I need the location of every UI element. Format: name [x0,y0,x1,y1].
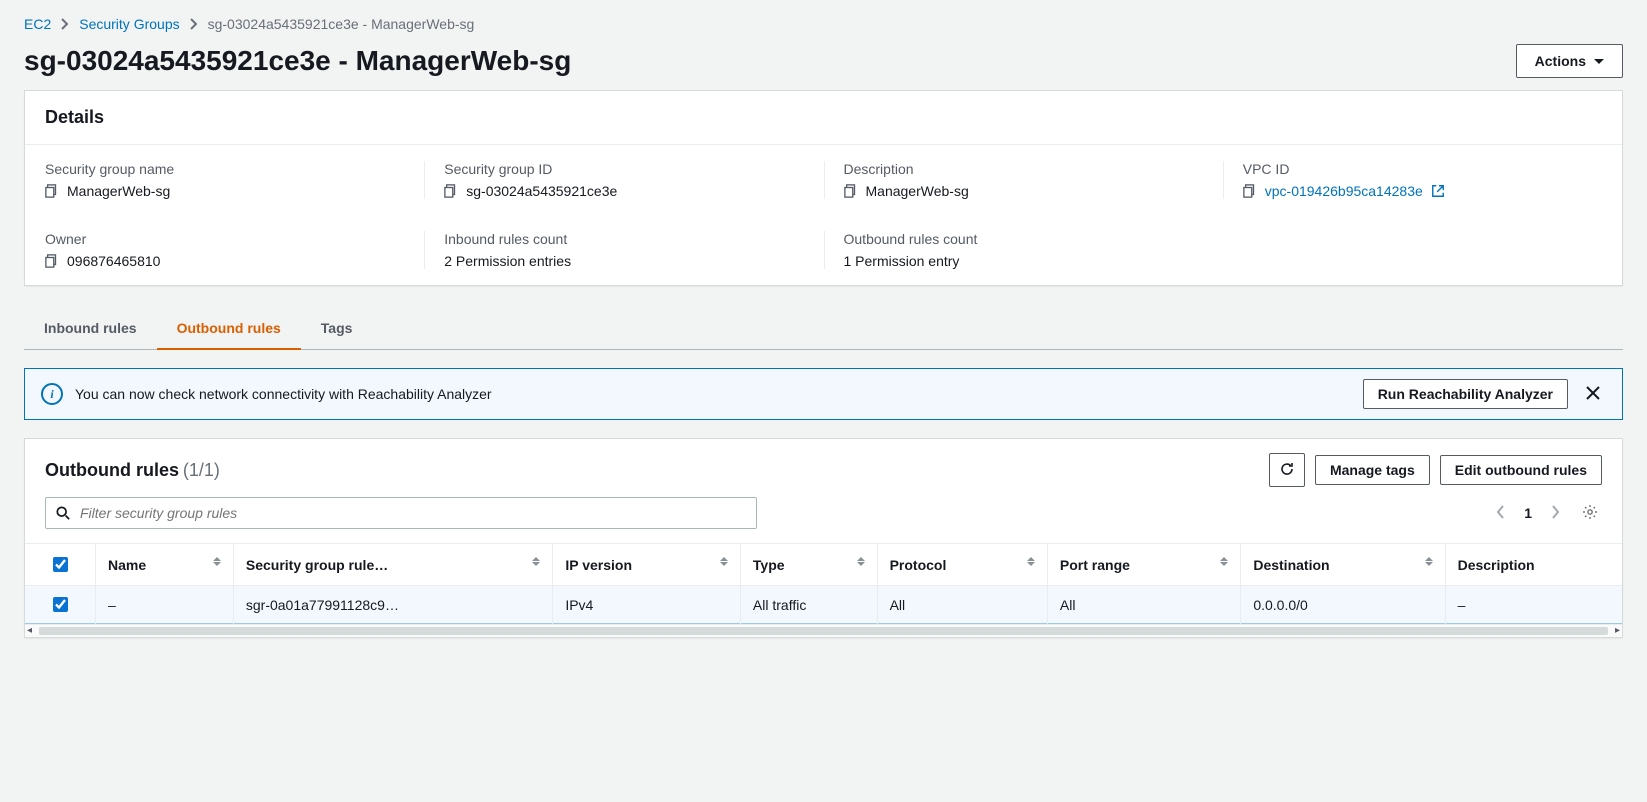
caret-down-icon [1594,59,1604,64]
actions-label: Actions [1535,51,1586,71]
rules-count: (1/1) [183,460,220,480]
manage-tags-button[interactable]: Manage tags [1315,455,1430,485]
col-protocol[interactable]: Protocol [877,544,1047,586]
table-row[interactable]: – sgr-0a01a77991128c9… IPv4 All traffic … [25,586,1622,624]
run-reachability-button[interactable]: Run Reachability Analyzer [1363,379,1568,409]
cell-ip-version: IPv4 [553,586,741,624]
cell-type: All traffic [740,586,877,624]
chevron-right-icon [190,18,198,30]
rules-title: Outbound rules [45,460,179,480]
label-owner: Owner [45,231,404,247]
label-vpc-id: VPC ID [1243,161,1602,177]
breadcrumb: EC2 Security Groups sg-03024a5435921ce3e… [24,8,1623,36]
row-checkbox[interactable] [53,597,68,612]
vpc-link[interactable]: vpc-019426b95ca14283e [1265,183,1423,199]
details-panel: Details Security group name ManagerWeb-s… [24,90,1623,286]
copy-icon[interactable] [1243,184,1257,198]
horizontal-scrollbar[interactable] [25,624,1622,637]
cell-name: – [96,586,234,624]
page-title: sg-03024a5435921ce3e - ManagerWeb-sg [24,45,571,77]
col-type[interactable]: Type [740,544,877,586]
refresh-icon [1279,461,1295,480]
prev-page-button[interactable] [1492,501,1510,526]
settings-button[interactable] [1578,500,1602,527]
crumb-security-groups[interactable]: Security Groups [79,16,179,32]
col-name[interactable]: Name [96,544,234,586]
crumb-ec2[interactable]: EC2 [24,16,51,32]
value-sg-id: sg-03024a5435921ce3e [466,183,617,199]
copy-icon[interactable] [45,184,59,198]
label-sg-id: Security group ID [444,161,803,177]
next-page-button[interactable] [1546,501,1564,526]
value-description: ManagerWeb-sg [866,183,969,199]
select-all-checkbox[interactable] [53,557,68,572]
actions-button[interactable]: Actions [1516,44,1623,78]
label-description: Description [844,161,1203,177]
alert-message: You can now check network connectivity w… [75,386,1351,402]
filter-input-wrapper[interactable] [45,497,757,529]
outbound-rules-panel: Outbound rules (1/1) Manage tags Edit ou… [24,438,1623,638]
tab-tags[interactable]: Tags [301,308,373,350]
external-link-icon [1431,184,1445,198]
copy-icon[interactable] [45,254,59,268]
value-owner: 096876465810 [67,253,160,269]
col-destination[interactable]: Destination [1241,544,1445,586]
details-heading: Details [45,107,1602,128]
cell-rule-id: sgr-0a01a77991128c9… [233,586,552,624]
value-inbound-count: 2 Permission entries [444,253,571,269]
reachability-alert: i You can now check network connectivity… [24,368,1623,420]
chevron-right-icon [61,18,69,30]
col-port-range[interactable]: Port range [1047,544,1240,586]
cell-protocol: All [877,586,1047,624]
edit-outbound-rules-button[interactable]: Edit outbound rules [1440,455,1602,485]
crumb-current: sg-03024a5435921ce3e - ManagerWeb-sg [208,16,475,32]
tab-inbound-rules[interactable]: Inbound rules [24,308,157,350]
label-inbound-count: Inbound rules count [444,231,803,247]
label-sg-name: Security group name [45,161,404,177]
info-icon: i [41,383,63,405]
filter-input[interactable] [78,504,746,522]
copy-icon[interactable] [844,184,858,198]
copy-icon[interactable] [444,184,458,198]
page-number: 1 [1524,505,1532,521]
rules-table: Name Security group rule… IP version Typ… [25,543,1622,624]
cell-description: – [1445,586,1622,624]
col-description[interactable]: Description [1445,544,1622,586]
search-icon [56,506,70,520]
cell-port-range: All [1047,586,1240,624]
tab-outbound-rules[interactable]: Outbound rules [157,308,301,350]
value-sg-name: ManagerWeb-sg [67,183,170,199]
label-outbound-count: Outbound rules count [844,231,1203,247]
col-rule-id[interactable]: Security group rule… [233,544,552,586]
close-alert-button[interactable] [1580,380,1606,409]
refresh-button[interactable] [1269,453,1305,487]
col-ip-version[interactable]: IP version [553,544,741,586]
value-outbound-count: 1 Permission entry [844,253,960,269]
tabs: Inbound rules Outbound rules Tags [24,308,1623,350]
cell-destination: 0.0.0.0/0 [1241,586,1445,624]
